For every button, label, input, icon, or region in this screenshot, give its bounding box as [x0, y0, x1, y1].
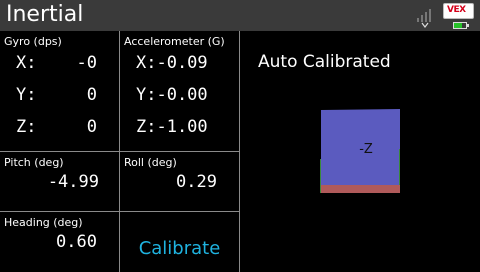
page-title: Inertial — [6, 2, 84, 27]
accel-x: X:-0.09 — [136, 53, 208, 73]
gyro-z-value: 0 — [86, 117, 97, 137]
pitch-label: Pitch (deg) — [4, 156, 64, 169]
calibrate-cell[interactable]: Calibrate — [120, 212, 240, 272]
gyro-x-value: -0 — [76, 53, 97, 73]
pitch-value: -4.99 — [47, 172, 99, 192]
cube-side-edge — [320, 159, 321, 193]
sensor-grid: Gyro (dps) X: -0 Y: 0 Z: 0 Accelerometer… — [0, 31, 240, 272]
roll-label: Roll (deg) — [124, 156, 177, 169]
gyro-y-value: 0 — [86, 85, 97, 105]
heading-value: 0.60 — [56, 232, 97, 252]
vex-logo-text: VEX — [447, 5, 466, 15]
orientation-cube: -Z — [320, 109, 400, 193]
gyro-label: Gyro (dps) — [4, 35, 62, 48]
heading-cell: Heading (deg) 0.60 — [0, 212, 120, 272]
calibrate-button[interactable]: Calibrate — [120, 238, 239, 260]
gyro-x-label: X: — [16, 53, 37, 73]
battery-fill — [454, 23, 463, 28]
gyro-y-label: Y: — [16, 85, 37, 105]
cube-bottom-edge — [321, 185, 400, 193]
accel-z: Z:-1.00 — [136, 117, 208, 137]
orientation-panel: Auto Calibrated -Z — [240, 31, 480, 272]
cube-face-label: -Z — [359, 142, 373, 157]
battery-icon — [453, 22, 469, 29]
accel-y: Y:-0.00 — [136, 85, 208, 105]
title-bar: Inertial VEX — [0, 0, 480, 31]
accelerometer-label: Accelerometer (G) — [124, 35, 225, 48]
roll-value: 0.29 — [176, 172, 217, 192]
pitch-cell: Pitch (deg) -4.99 — [0, 152, 120, 212]
status-icons: VEX — [443, 3, 475, 29]
signal-strength-icon — [417, 9, 431, 28]
vex-logo-icon: VEX — [443, 3, 474, 19]
gyro-z-label: Z: — [16, 117, 37, 137]
roll-cell: Roll (deg) 0.29 — [120, 152, 240, 212]
gyro-cell: Gyro (dps) X: -0 Y: 0 Z: 0 — [0, 31, 120, 152]
accelerometer-cell: Accelerometer (G) X:-0.09 Y:-0.00 Z:-1.0… — [120, 31, 240, 152]
heading-label: Heading (deg) — [4, 216, 83, 229]
calibration-status: Auto Calibrated — [258, 52, 391, 72]
